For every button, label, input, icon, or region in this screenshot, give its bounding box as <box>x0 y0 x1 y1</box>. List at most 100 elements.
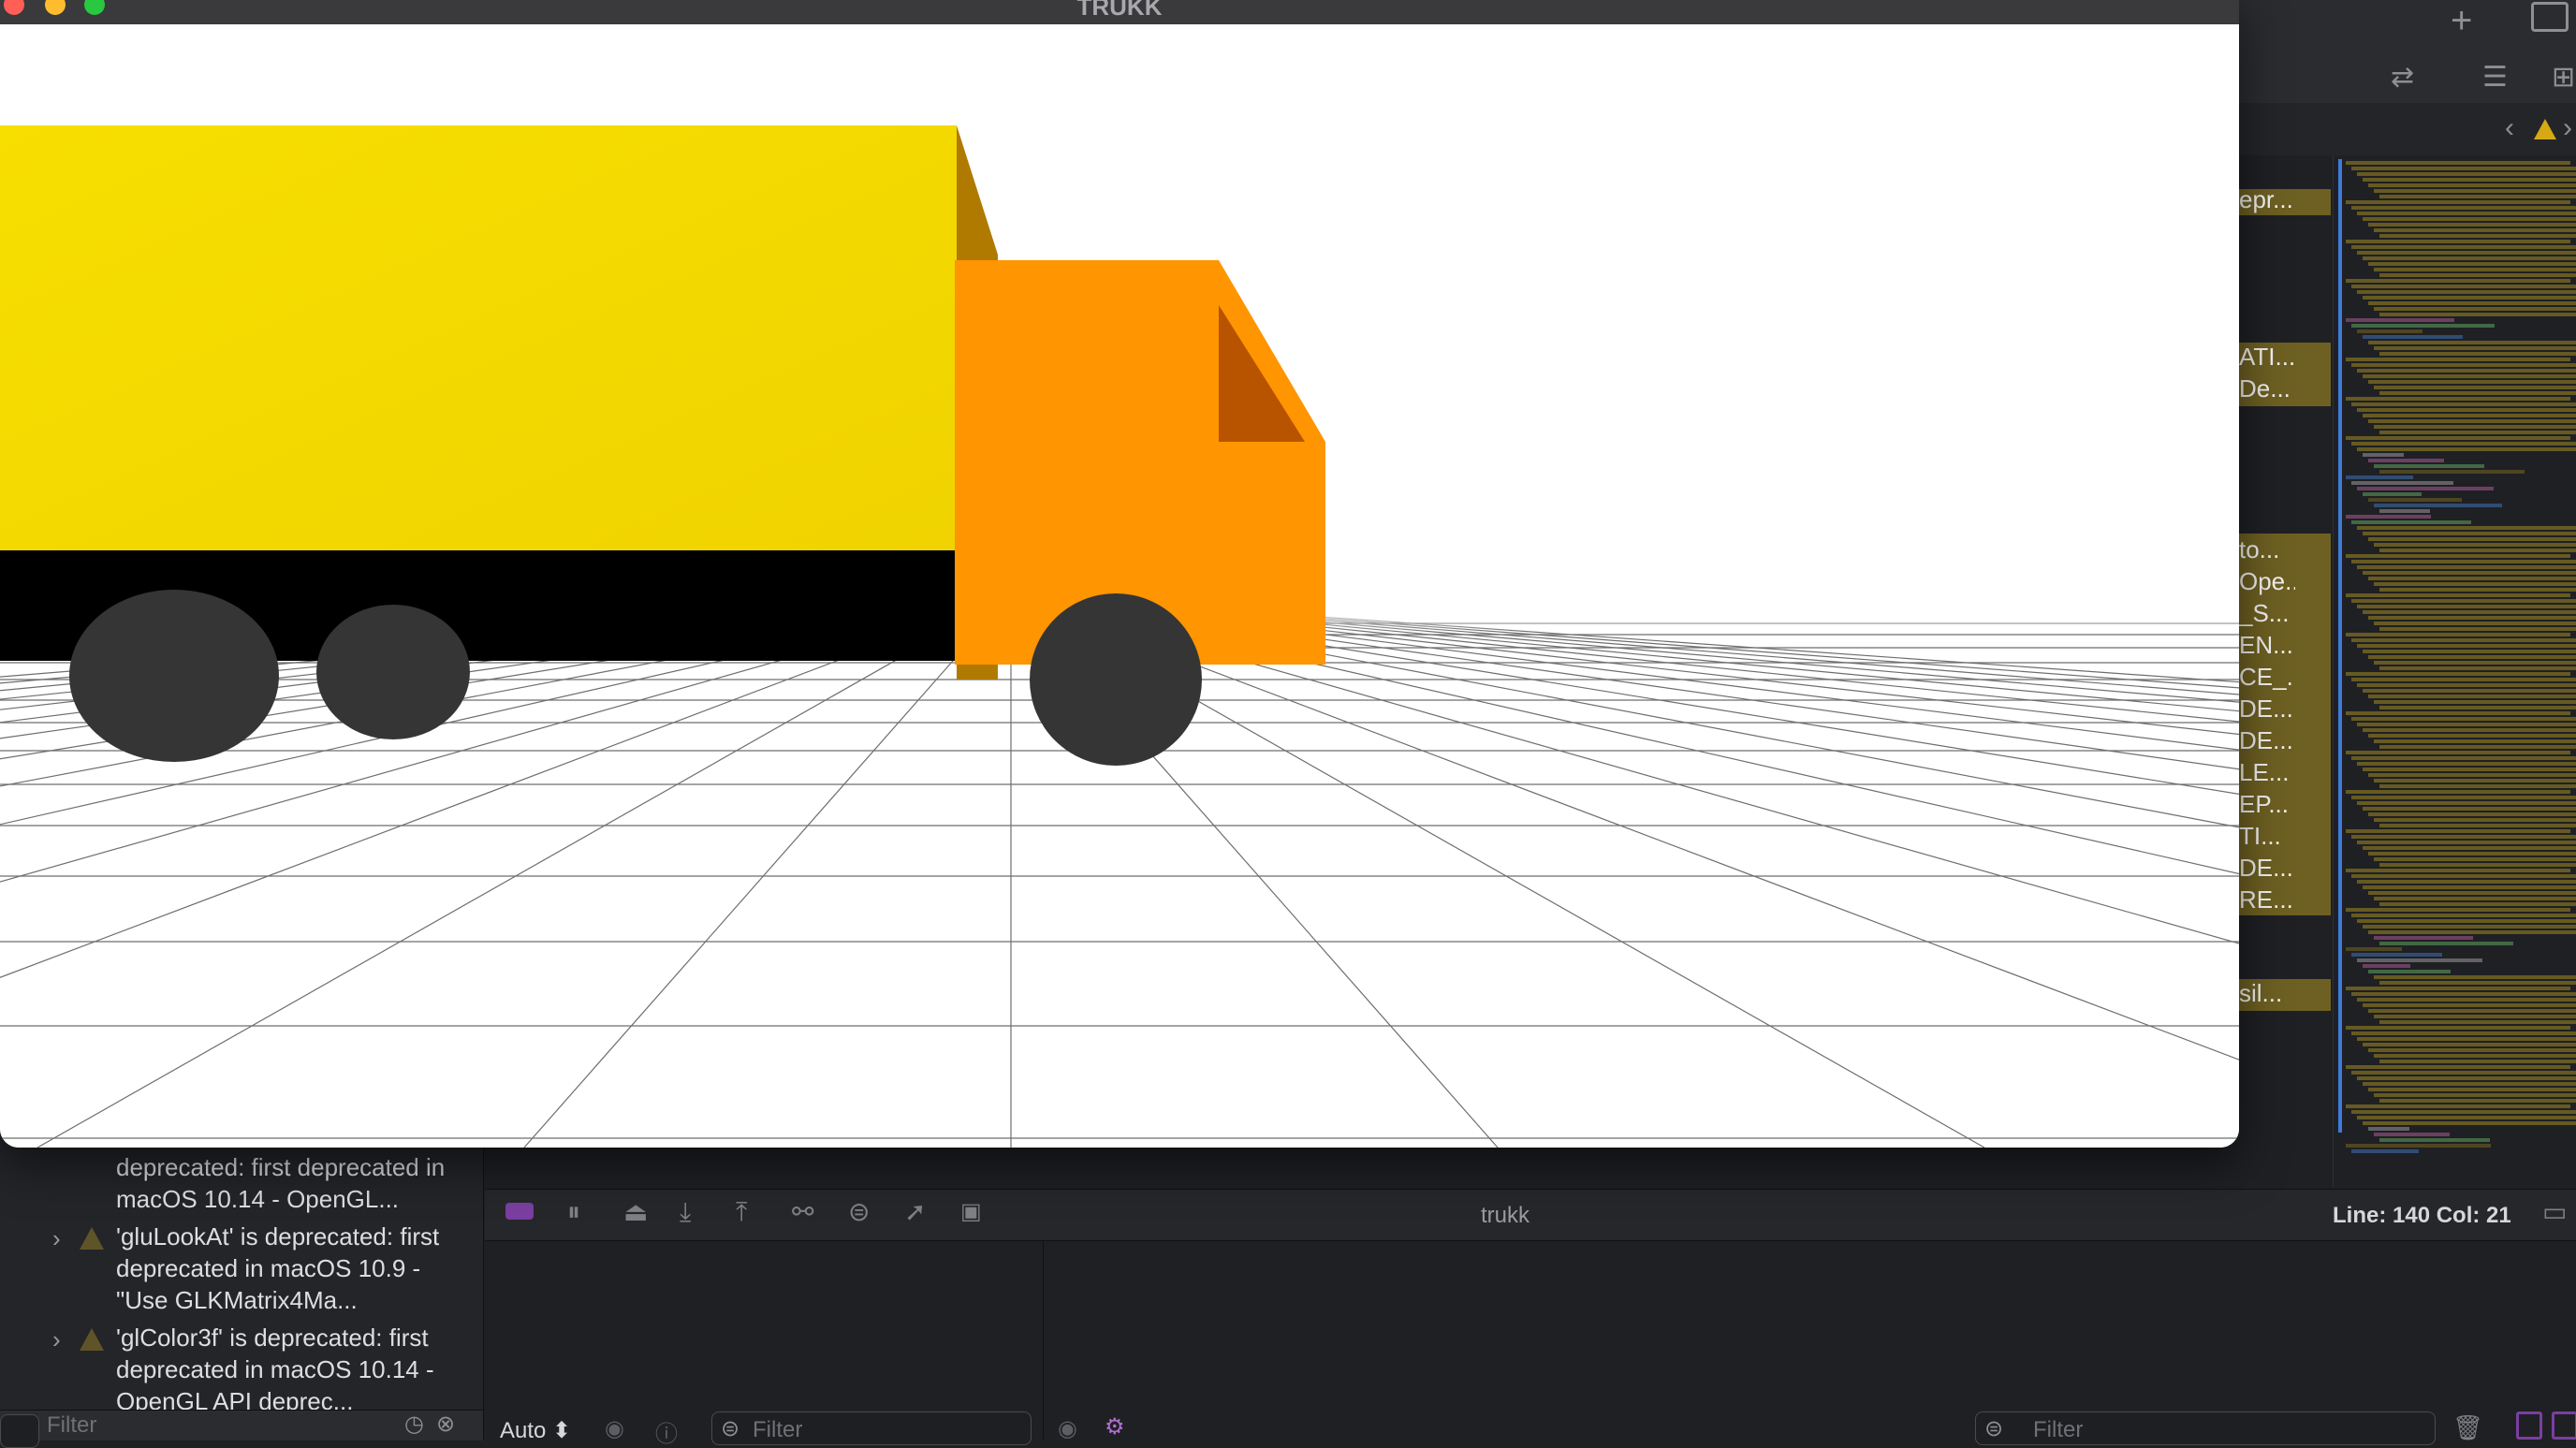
minimap-line <box>2357 841 2576 844</box>
minimap-line <box>2363 964 2410 968</box>
adjust-editor-icon[interactable]: ☰ <box>2482 64 2508 92</box>
minimap-line <box>2357 1076 2576 1080</box>
minimap-line <box>2357 526 2576 530</box>
navigator-filter-bar: Filter ◷ ⊗ <box>0 1410 483 1448</box>
minimap-line <box>2374 700 2576 704</box>
minimap-line <box>2374 425 2576 429</box>
minimap-line <box>2374 661 2576 665</box>
minimap-line <box>2379 234 2576 238</box>
editor-fragment: De... <box>2239 374 2291 402</box>
minimap-line <box>2379 784 2576 788</box>
minimap-line <box>2346 869 2570 872</box>
minimap-line <box>2363 650 2576 653</box>
minimap-line <box>2357 762 2576 766</box>
filter-menu-icon[interactable] <box>0 1414 39 1448</box>
minimap-line <box>2379 863 2576 867</box>
split-pane-left-icon[interactable] <box>2516 1411 2542 1440</box>
pause-icon[interactable]: ⏸ <box>567 1199 580 1225</box>
rear-wheel-far <box>316 605 470 739</box>
minimap-line <box>2346 475 2413 479</box>
cargo-box <box>0 125 957 550</box>
add-editor-icon[interactable]: ⊞ <box>2552 64 2575 92</box>
chevron-left-icon[interactable]: ‹ <box>2505 114 2514 142</box>
clock-icon[interactable]: ◷ <box>404 1411 424 1438</box>
minimap-line <box>2374 818 2576 822</box>
minimap-line <box>2351 953 2442 957</box>
minimap-line <box>2346 908 2570 912</box>
chevron-right-icon[interactable]: › <box>52 1325 61 1354</box>
minimap-line <box>2368 262 2576 266</box>
minimap-line <box>2368 1009 2576 1013</box>
minimap-line <box>2368 970 2451 973</box>
minimap-line <box>2374 228 2576 232</box>
toggle-debug-area-icon[interactable]: ▭ <box>2542 1199 2567 1225</box>
info-icon[interactable]: ⓘ <box>655 1415 678 1448</box>
minimap-line <box>2379 981 2576 985</box>
target-label[interactable]: trukk <box>1481 1203 1530 1229</box>
minimap-line <box>2368 852 2576 856</box>
swap-icon[interactable]: ⇄ <box>2391 64 2414 92</box>
minimap-line <box>2379 627 2576 631</box>
minimap-line <box>2351 678 2576 681</box>
navigator-filter-input[interactable]: Filter <box>47 1412 96 1439</box>
minimap-line <box>2351 1149 2419 1153</box>
minimap-line <box>2363 1043 2576 1046</box>
console-view[interactable] <box>1045 1241 2576 1440</box>
environment-overrides-icon[interactable]: ⊜ <box>848 1199 870 1225</box>
minimap-line <box>2351 206 2576 210</box>
warning-icon[interactable] <box>2533 118 2557 140</box>
minimap-line <box>2363 335 2463 339</box>
minimap-line <box>2346 515 2431 519</box>
editor-fragment: Ope... <box>2239 567 2295 595</box>
editor-toolbar: ⇄ ☰ ⊞ <box>2228 52 2576 104</box>
split-pane-right-icon[interactable] <box>2552 1411 2576 1440</box>
minimap-line <box>2346 279 2570 283</box>
minimap-line <box>2363 610 2576 614</box>
minimap-line <box>2363 1003 2576 1007</box>
variables-view[interactable] <box>485 1241 1044 1440</box>
minimap-line <box>2363 807 2576 811</box>
minimap-line <box>2351 717 2576 721</box>
minimap-line <box>2363 532 2576 535</box>
editor-fragment: DE... <box>2239 854 2293 882</box>
step-over-icon[interactable]: ⏏ <box>623 1199 648 1225</box>
minimap-line <box>2351 599 2576 603</box>
add-tab-button[interactable]: + <box>2451 0 2472 42</box>
issue-message: 'gluLookAt' is deprecated: first depreca… <box>116 1222 440 1314</box>
minimap-line <box>2374 268 2576 271</box>
minimap-line <box>2351 285 2576 288</box>
window-titlebar[interactable]: TRUKK <box>0 0 2239 24</box>
chevron-right-icon[interactable]: › <box>2563 114 2572 142</box>
minimap-line <box>2368 498 2462 502</box>
eye-icon[interactable]: ◉ <box>605 1415 624 1442</box>
minimap-line <box>2374 582 2576 586</box>
clear-filter-icon[interactable]: ⊗ <box>436 1411 455 1438</box>
chevron-right-icon[interactable]: › <box>52 1224 61 1253</box>
editor-fragment: DE... <box>2239 695 2293 723</box>
step-into-icon[interactable]: ⤓ <box>680 1199 691 1225</box>
minimap-line <box>2374 1093 2576 1097</box>
minimap-line <box>2346 397 2570 401</box>
minimap-line <box>2368 223 2576 227</box>
minimap-line <box>2374 1015 2576 1018</box>
debug-view-hierarchy-icon[interactable]: ⚯ <box>792 1199 813 1225</box>
issue-message: 'glColor3f' is deprecated: first depreca… <box>116 1324 434 1415</box>
inspector-toggle-button[interactable] <box>2531 2 2569 32</box>
editor-fragment: ATI... <box>2239 343 2295 371</box>
debug-bar: ⏸ ⏏ ⤓ ⤒ ⚯ ⊜ ➚ ▣ trukk Line: 140 Col: 21 … <box>485 1189 2576 1241</box>
eye-icon[interactable]: ◉ <box>1058 1415 1077 1442</box>
minimap-line <box>2379 1020 2576 1024</box>
step-out-icon[interactable]: ⤒ <box>736 1199 747 1225</box>
minimap-line <box>2374 897 2576 900</box>
minimap-line <box>2357 487 2494 490</box>
minimap-line <box>2368 380 2576 384</box>
console-output-icon[interactable]: ⚙ <box>1105 1413 1125 1441</box>
trukk-app-window[interactable]: TRUKK <box>0 0 2239 1148</box>
breakpoints-toggle-icon[interactable] <box>505 1203 534 1220</box>
variables-scope-popup[interactable]: Auto ⬍ <box>500 1417 571 1444</box>
location-icon[interactable]: ➚ <box>904 1199 926 1225</box>
trash-icon[interactable]: 🗑 <box>2452 1413 2483 1442</box>
minimap-line <box>2363 492 2422 496</box>
opengl-viewport[interactable] <box>0 24 2239 1148</box>
minimap-line <box>2368 695 2576 698</box>
